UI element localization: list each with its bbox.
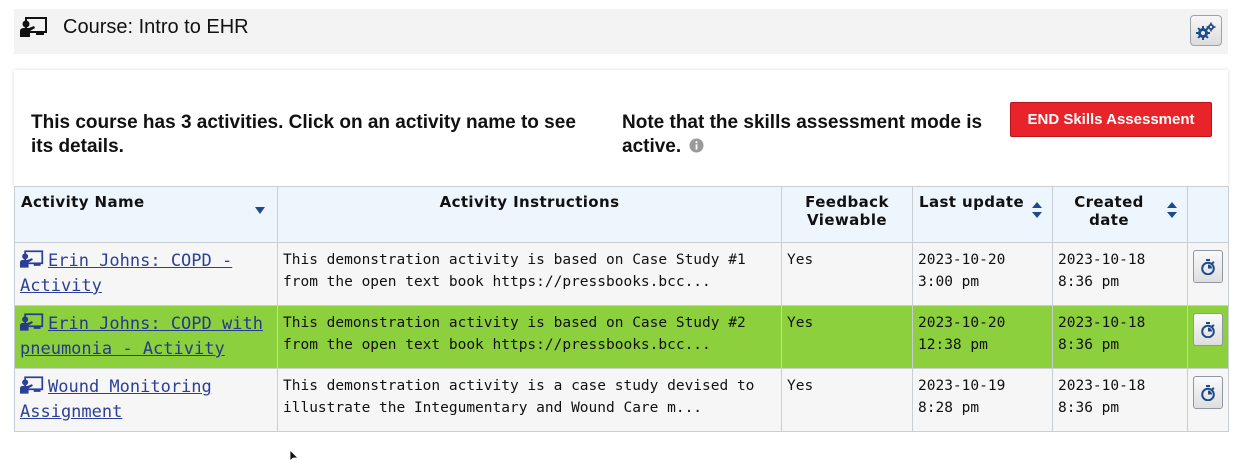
instructions-cell: This demonstration activity is based on … bbox=[277, 242, 782, 306]
last-update-cell: 2023-10-20 12:38 pm bbox=[912, 305, 1053, 369]
last-update-date: 2023-10-19 bbox=[918, 378, 1006, 394]
course-settings-button[interactable] bbox=[1190, 15, 1222, 46]
column-header-feedback: Feedback Viewable bbox=[781, 186, 913, 243]
last-update-time: 8:28 pm bbox=[918, 400, 980, 416]
column-header-activity-name[interactable]: Activity Name bbox=[14, 186, 278, 243]
last-update-date: 2023-10-20 bbox=[918, 315, 1006, 331]
created-time: 8:36 pm bbox=[1058, 400, 1120, 416]
mouse-cursor-icon bbox=[290, 450, 299, 462]
created-cell: 2023-10-18 8:36 pm bbox=[1052, 242, 1188, 306]
activity-name-link[interactable]: Wound Monitoring Assignment bbox=[20, 377, 212, 422]
column-header-created-date[interactable]: Created date bbox=[1052, 186, 1188, 243]
created-cell: 2023-10-18 8:36 pm bbox=[1052, 305, 1188, 369]
skills-assessment-note-text: Note that the skills assessment mode is … bbox=[622, 112, 983, 157]
stopwatch-icon bbox=[1201, 384, 1215, 401]
activity-name-link[interactable]: Erin Johns: COPD with pneumonia - Activi… bbox=[20, 314, 263, 359]
created-date: 2023-10-18 bbox=[1058, 315, 1146, 331]
teacher-board-icon bbox=[20, 376, 44, 394]
feedback-cell: Yes bbox=[781, 242, 913, 306]
column-header-label: Activity Name bbox=[21, 193, 145, 211]
activities-table: Activity Name Activity Instructions Feed… bbox=[14, 186, 1229, 432]
course-title: Course: Intro to EHR bbox=[63, 16, 249, 38]
instructions-cell: This demonstration activity is a case st… bbox=[277, 368, 782, 432]
stopwatch-icon bbox=[1201, 258, 1215, 275]
activity-name-link[interactable]: Erin Johns: COPD - Activity bbox=[20, 251, 232, 296]
info-circle-icon[interactable] bbox=[689, 138, 704, 153]
last-update-date: 2023-10-20 bbox=[918, 252, 1006, 268]
table-row-selected: Erin Johns: COPD with pneumonia - Activi… bbox=[14, 305, 1229, 369]
column-header-label: Last update bbox=[919, 193, 1025, 211]
sort-icon[interactable] bbox=[1032, 202, 1042, 218]
column-header-last-update[interactable]: Last update bbox=[912, 186, 1053, 243]
course-info-panel: This course has 3 activities. Click on a… bbox=[14, 70, 1228, 186]
table-row: Erin Johns: COPD - Activity This demonst… bbox=[14, 242, 1229, 306]
column-header-label: Created date bbox=[1074, 193, 1144, 229]
action-cell bbox=[1187, 305, 1229, 369]
start-timed-activity-button[interactable] bbox=[1193, 250, 1223, 283]
teacher-board-icon bbox=[20, 250, 44, 268]
last-update-time: 12:38 pm bbox=[918, 337, 988, 353]
last-update-time: 3:00 pm bbox=[918, 274, 980, 290]
gears-icon bbox=[1196, 22, 1216, 40]
activities-intro-text: This course has 3 activities. Click on a… bbox=[31, 112, 576, 157]
action-cell bbox=[1187, 242, 1229, 306]
created-cell: 2023-10-18 8:36 pm bbox=[1052, 368, 1188, 432]
table-row: Wound Monitoring Assignment This demonst… bbox=[14, 368, 1229, 432]
action-cell bbox=[1187, 368, 1229, 432]
feedback-cell: Yes bbox=[781, 305, 913, 369]
table-header-row: Activity Name Activity Instructions Feed… bbox=[14, 186, 1229, 243]
last-update-cell: 2023-10-20 3:00 pm bbox=[912, 242, 1053, 306]
activity-name-cell: Erin Johns: COPD - Activity bbox=[14, 242, 278, 306]
course-header-bar: Course: Intro to EHR bbox=[14, 9, 1228, 54]
start-timed-activity-button[interactable] bbox=[1193, 376, 1223, 409]
created-date: 2023-10-18 bbox=[1058, 378, 1146, 394]
column-header-label: Activity Instructions bbox=[439, 193, 620, 211]
teacher-board-icon bbox=[20, 17, 47, 37]
skills-assessment-note: Note that the skills assessment mode is … bbox=[622, 111, 1002, 159]
column-header-actions bbox=[1187, 186, 1229, 243]
created-time: 8:36 pm bbox=[1058, 337, 1120, 353]
activity-name-cell: Erin Johns: COPD with pneumonia - Activi… bbox=[14, 305, 278, 369]
feedback-cell: Yes bbox=[781, 368, 913, 432]
instructions-cell: This demonstration activity is based on … bbox=[277, 305, 782, 369]
sort-descending-icon[interactable] bbox=[255, 207, 265, 214]
end-skills-assessment-button[interactable]: END Skills Assessment bbox=[1010, 102, 1212, 137]
sort-icon[interactable] bbox=[1167, 202, 1177, 218]
stopwatch-icon bbox=[1201, 321, 1215, 338]
last-update-cell: 2023-10-19 8:28 pm bbox=[912, 368, 1053, 432]
column-header-label: Feedback Viewable bbox=[805, 193, 889, 229]
activity-name-cell: Wound Monitoring Assignment bbox=[14, 368, 278, 432]
created-time: 8:36 pm bbox=[1058, 274, 1120, 290]
column-header-instructions: Activity Instructions bbox=[277, 186, 782, 243]
created-date: 2023-10-18 bbox=[1058, 252, 1146, 268]
start-timed-activity-button[interactable] bbox=[1193, 313, 1223, 346]
teacher-board-icon bbox=[20, 313, 44, 331]
